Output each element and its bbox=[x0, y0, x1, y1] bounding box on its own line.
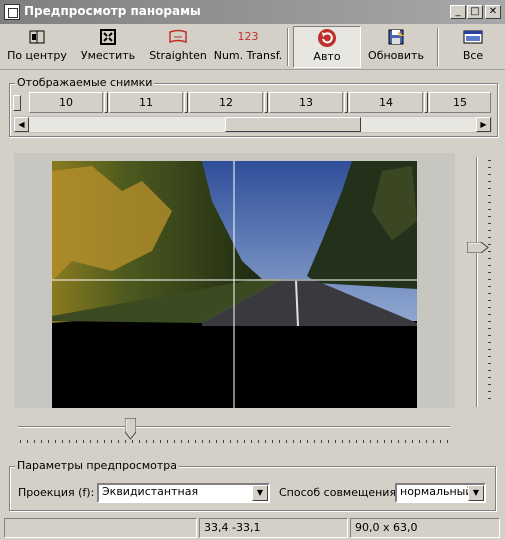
scroll-left-arrow-icon[interactable]: ◀ bbox=[14, 117, 29, 132]
image-separator bbox=[264, 92, 268, 113]
image-separator bbox=[344, 92, 348, 113]
status-cell bbox=[4, 518, 197, 538]
panorama-preview[interactable] bbox=[52, 161, 417, 408]
close-button[interactable]: ✕ bbox=[485, 5, 501, 19]
vertical-slider-thumb[interactable] bbox=[466, 241, 489, 254]
center-icon bbox=[27, 28, 47, 46]
projection-value: Эквидистантная bbox=[102, 485, 199, 498]
fit-icon bbox=[98, 28, 118, 46]
panorama-window-icon bbox=[463, 28, 483, 46]
update-button[interactable]: Обновить bbox=[363, 26, 429, 68]
save-disk-icon bbox=[386, 28, 406, 46]
auto-label: Авто bbox=[313, 50, 341, 63]
panorama-image bbox=[52, 161, 417, 408]
center-label: По центру bbox=[7, 49, 67, 62]
toolbar: По центру Уместить Straighten 123 Num. T… bbox=[0, 24, 505, 70]
straighten-button[interactable]: Straighten bbox=[144, 26, 212, 68]
image-item[interactable]: 11 bbox=[109, 92, 183, 113]
status-coordinates: 33,4 -33,1 bbox=[199, 518, 348, 538]
projection-label: Проекция (f): bbox=[18, 486, 95, 499]
image-item[interactable]: 15 bbox=[429, 92, 491, 113]
image-strip-left-handle[interactable] bbox=[13, 95, 21, 111]
toolbar-separator bbox=[437, 28, 439, 66]
app-icon bbox=[4, 4, 20, 20]
images-scroll-thumb[interactable] bbox=[224, 117, 361, 132]
image-separator bbox=[104, 92, 108, 113]
refresh-circle-icon bbox=[317, 29, 337, 47]
chevron-down-icon[interactable]: ▼ bbox=[252, 485, 268, 501]
chevron-down-icon[interactable]: ▼ bbox=[468, 485, 484, 501]
scroll-right-arrow-icon[interactable]: ▶ bbox=[476, 117, 491, 132]
image-separator bbox=[184, 92, 188, 113]
vertical-slider-ticks bbox=[488, 160, 491, 405]
fit-label: Уместить bbox=[80, 49, 136, 62]
window-title: Предпросмотр панорамы bbox=[24, 4, 201, 18]
center-button[interactable]: По центру bbox=[2, 26, 72, 68]
title-bar: Предпросмотр панорамы _ □ ✕ bbox=[0, 0, 505, 24]
auto-button[interactable]: Авто bbox=[293, 26, 361, 68]
horizontal-slider-thumb[interactable] bbox=[124, 417, 137, 440]
blend-label: Способ совмещения: bbox=[279, 486, 400, 499]
blend-value: нормальный bbox=[400, 485, 473, 498]
displayed-images-legend: Отображаемые снимки bbox=[15, 76, 155, 89]
num-transf-button[interactable]: 123 Num. Transf. bbox=[212, 26, 284, 68]
vertical-slider-track[interactable] bbox=[476, 157, 478, 407]
maximize-button[interactable]: □ bbox=[467, 5, 483, 19]
image-item[interactable]: 12 bbox=[189, 92, 263, 113]
num-transf-label: Num. Transf. bbox=[213, 49, 283, 62]
horizontal-slider-track[interactable] bbox=[18, 426, 450, 428]
preview-params-legend: Параметры предпросмотра bbox=[15, 459, 180, 472]
image-separator bbox=[424, 92, 428, 113]
straighten-label: Straighten bbox=[149, 49, 207, 62]
minimize-button[interactable]: _ bbox=[450, 5, 466, 19]
image-item[interactable]: 13 bbox=[269, 92, 343, 113]
fit-button[interactable]: Уместить bbox=[74, 26, 142, 68]
numbers-icon: 123 bbox=[237, 30, 259, 43]
status-fov: 90,0 x 63,0 bbox=[350, 518, 500, 538]
update-label: Обновить bbox=[368, 49, 424, 62]
all-label: Все bbox=[462, 49, 484, 62]
blend-select[interactable]: нормальный ▼ bbox=[395, 483, 486, 503]
all-button[interactable]: Все bbox=[443, 26, 503, 68]
image-item[interactable]: 14 bbox=[349, 92, 423, 113]
image-item[interactable]: 10 bbox=[29, 92, 103, 113]
horizontal-slider-ticks bbox=[20, 440, 450, 443]
straighten-icon bbox=[168, 28, 188, 46]
toolbar-separator bbox=[287, 28, 289, 66]
projection-select[interactable]: Эквидистантная ▼ bbox=[97, 483, 270, 503]
images-scrollbar[interactable]: ◀ ▶ bbox=[13, 116, 492, 133]
